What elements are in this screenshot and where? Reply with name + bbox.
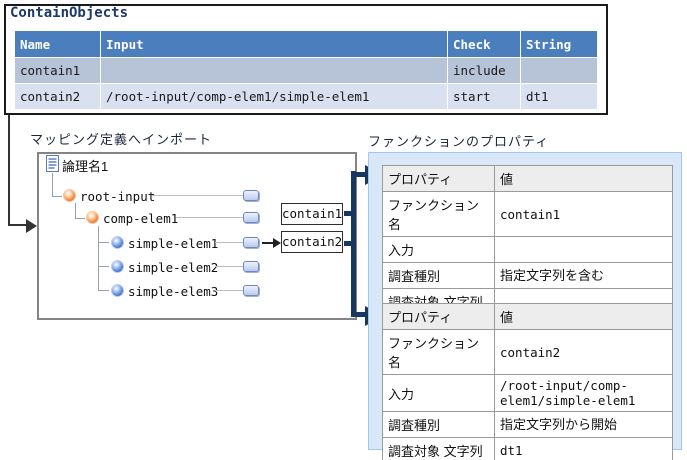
import-arrowhead-icon — [26, 219, 37, 233]
complex-element-icon — [87, 212, 98, 223]
tree-branch-line — [52, 173, 53, 196]
mapping-line — [215, 290, 243, 291]
property-table-header: プロパティ 値 — [382, 165, 673, 192]
column-header-name: Name — [14, 30, 101, 58]
property-row: ファンクション名 contain2 — [382, 329, 673, 375]
document-icon — [46, 155, 59, 172]
property-value: dt1 — [494, 437, 673, 460]
cell-check: start — [447, 83, 521, 110]
property-row: 調査対象 文字列 dt1 — [382, 437, 673, 460]
cell-input — [100, 57, 448, 84]
contain-objects-title: ContainObjects — [10, 5, 129, 21]
property-value: 指定文字列から開始 — [494, 411, 673, 438]
cell-string: dt1 — [520, 83, 598, 110]
property-value: 指定文字列を含む — [494, 262, 673, 289]
function-box-contain1: contain1 — [281, 203, 343, 225]
property-value: contain2 — [494, 329, 673, 375]
property-label: 調査種別 — [382, 411, 495, 438]
property-label: ファンクション名 — [382, 329, 495, 375]
elem-to-contain2-arrowhead-icon — [273, 238, 281, 248]
property-label: 入力 — [382, 374, 495, 412]
property-value: /root-input/comp- elem1/simple-elem1 — [494, 374, 673, 412]
tree-branch-line — [98, 290, 109, 291]
cell-name: contain2 — [14, 83, 101, 110]
mapping-port-icon — [243, 190, 259, 201]
cell-check: include — [447, 57, 521, 84]
mapping-line — [152, 195, 243, 196]
property-table-header: プロパティ 値 — [382, 303, 673, 330]
diagram-canvas: ContainObjects Name Input Check String c… — [0, 0, 687, 460]
property-label: 調査対象 文字列 — [382, 437, 495, 460]
tree-node-simple-elem3: simple-elem3 — [128, 284, 219, 299]
import-arrow-line-horizontal — [8, 224, 27, 226]
property-row: ファンクション名 contain1 — [382, 191, 673, 237]
property-row: 調査種別 指定文字列を含む — [382, 262, 673, 289]
function-box-contain2: contain2 — [281, 231, 343, 253]
tree-branch-line — [75, 218, 85, 219]
simple-element-icon — [112, 237, 123, 248]
header-value: 値 — [494, 303, 673, 330]
property-table-contain2: プロパティ 値 ファンクション名 contain2 入力 /root-input… — [382, 303, 673, 460]
header-value: 値 — [494, 165, 673, 192]
mapping-port-icon — [243, 212, 259, 223]
property-row: 入力 /root-input/comp- elem1/simple-elem1 — [382, 374, 673, 412]
mapping-port-icon — [243, 261, 259, 272]
property-value: contain1 — [494, 191, 673, 237]
table-header-row: Name Input Check String — [14, 30, 598, 58]
tree-node-simple-elem2: simple-elem2 — [128, 260, 219, 275]
simple-element-icon — [112, 285, 123, 296]
mapping-port-icon — [243, 237, 259, 248]
property-row: 入力 — [382, 236, 673, 263]
property-label: 調査種別 — [382, 262, 495, 289]
tree-root-label: 論理名1 — [62, 159, 109, 174]
table-row: contain1 include — [14, 57, 598, 84]
property-table-contain1: プロパティ 値 ファンクション名 contain1 入力 調査種別 指定文字列を… — [382, 165, 673, 315]
tree-node-root-input: root-input — [80, 189, 156, 204]
cell-name: contain1 — [14, 57, 101, 84]
connector-line-vertical — [351, 171, 356, 317]
import-arrow-line-vertical — [8, 115, 10, 225]
tree-branch-line — [98, 266, 109, 267]
mapping-import-label: マッピング定義へインポート — [30, 132, 213, 147]
mapping-port-icon — [243, 285, 259, 296]
tree-branch-line — [98, 226, 99, 291]
property-label: ファンクション名 — [382, 191, 495, 237]
cell-input: /root-input/comp-elem1/simple-elem1 — [100, 83, 448, 110]
table-row: contain2 /root-input/comp-elem1/simple-e… — [14, 83, 598, 110]
property-label: 入力 — [382, 236, 495, 263]
mapping-line — [176, 217, 243, 218]
column-header-input: Input — [100, 30, 448, 58]
property-value — [494, 236, 673, 263]
tree-branch-line — [98, 242, 109, 243]
column-header-string: String — [520, 30, 598, 58]
function-properties-label: ファンクションのプロパティ — [368, 134, 550, 149]
tree-branch-line — [52, 196, 62, 197]
header-property: プロパティ — [382, 303, 495, 330]
column-header-check: Check — [447, 30, 521, 58]
tree-node-comp-elem1: comp-elem1 — [103, 211, 179, 226]
header-property: プロパティ — [382, 165, 495, 192]
property-row: 調査種別 指定文字列から開始 — [382, 411, 673, 438]
tree-branch-line — [75, 203, 76, 218]
mapping-line — [215, 242, 243, 243]
complex-element-icon — [64, 190, 75, 201]
tree-node-simple-elem1: simple-elem1 — [128, 236, 219, 251]
contain-objects-table: Name Input Check String contain1 include… — [14, 30, 598, 110]
simple-element-icon — [112, 261, 123, 272]
mapping-line — [215, 266, 243, 267]
cell-string — [520, 57, 598, 84]
